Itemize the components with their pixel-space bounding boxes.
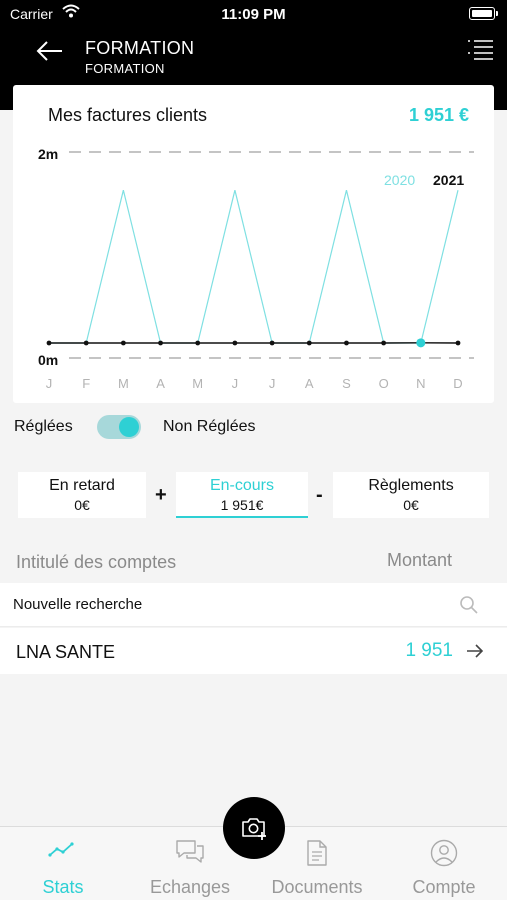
invoices-chart: 2m 0m 2020 2021 J F M A M J J A S O N D [38,146,474,391]
x-tick-label: N [416,376,425,391]
x-tick-label: J [46,376,53,391]
status-bar: Carrier 11:09 PM [0,0,507,30]
x-tick-label: J [232,376,239,391]
camera-add-icon [242,818,266,840]
x-tick-label: O [379,376,389,391]
data-point-2021-11 [455,340,461,346]
data-point-2021-9 [381,340,387,346]
data-point-2021-7 [306,340,312,346]
tab-echanges-label: Echanges [149,877,231,897]
account-amount: 1 951 [405,640,453,661]
data-point-2021-8 [344,340,349,346]
column-amount[interactable]: Montant [387,550,452,571]
x-tick-label: F [82,376,90,391]
account-name: LNA SANTE [16,642,116,662]
tile-overdue-label: En retard [49,477,115,494]
y-label-top: 2m [38,146,58,162]
paid-toggle[interactable] [97,415,141,439]
x-tick-label: S [342,376,351,391]
tab-documents-label: Documents [271,877,363,897]
list-item[interactable]: LNA SANTE 1 951 [0,628,507,674]
tile-in-progress[interactable]: En-cours 1 951€ [176,472,308,518]
tile-payments-value: 0€ [403,497,419,513]
back-arrow-icon[interactable] [34,38,64,64]
data-point-2021-5 [232,340,238,346]
x-tick-label: A [156,376,165,391]
minus-sign: - [316,484,323,506]
toggle-knob [119,417,139,437]
y-label-bottom: 0m [38,352,58,368]
clock: 11:09 PM [221,6,286,23]
paid-filter: Réglées Non Réglées [0,410,507,444]
search-input[interactable]: Nouvelle recherche [13,596,142,613]
tile-overdue-value: 0€ [74,497,90,513]
x-tick-label: M [192,376,203,391]
arrow-right-icon[interactable] [465,642,485,660]
tile-payments-label: Règlements [368,477,454,494]
tab-stats-label: Stats [42,877,84,897]
stats-icon [48,842,74,857]
data-point-2021-10 [416,338,426,348]
x-tick-label: D [453,376,462,391]
tab-compte[interactable]: Compte [381,827,507,900]
unpaid-label: Non Réglées [163,418,256,435]
list-header: Intitulé des comptes Montant [0,548,507,578]
data-point-2021-4 [195,340,201,346]
x-tick-label: J [269,376,276,391]
page-subtitle: FORMATION [85,61,165,76]
data-point-2021-0 [46,340,52,346]
tile-in-progress-value: 1 951€ [220,497,264,513]
camera-button[interactable] [223,797,285,859]
invoices-card: Mes factures clients 1 951 € 2m 0m 2020 … [13,85,494,403]
x-tick-label: M [118,376,129,391]
tile-overdue[interactable]: En retard 0€ [18,472,146,518]
battery-icon [469,7,498,20]
series-line-2020 [49,190,459,344]
legend-2020: 2020 [384,172,415,188]
paid-label: Réglées [14,418,73,435]
tile-in-progress-label: En-cours [209,477,275,494]
data-point-2021-2 [120,340,126,346]
data-point-2021-1 [83,340,89,346]
legend-2021: 2021 [433,172,464,188]
chat-icon [176,840,204,863]
data-point-2021-6 [269,340,275,346]
menu-icon[interactable] [465,38,495,62]
tile-payments[interactable]: Règlements 0€ [333,472,489,518]
document-icon [307,840,327,866]
page-title: FORMATION [85,38,195,58]
tab-stats[interactable]: Stats [0,827,126,900]
data-point-2021-3 [158,340,163,346]
column-account: Intitulé des comptes [16,552,177,572]
tab-compte-label: Compte [412,877,476,897]
user-icon [430,839,458,867]
plus-sign: + [155,484,167,506]
search-bar[interactable]: Nouvelle recherche [0,583,507,627]
search-icon[interactable] [459,595,479,615]
x-tick-label: A [305,376,314,391]
